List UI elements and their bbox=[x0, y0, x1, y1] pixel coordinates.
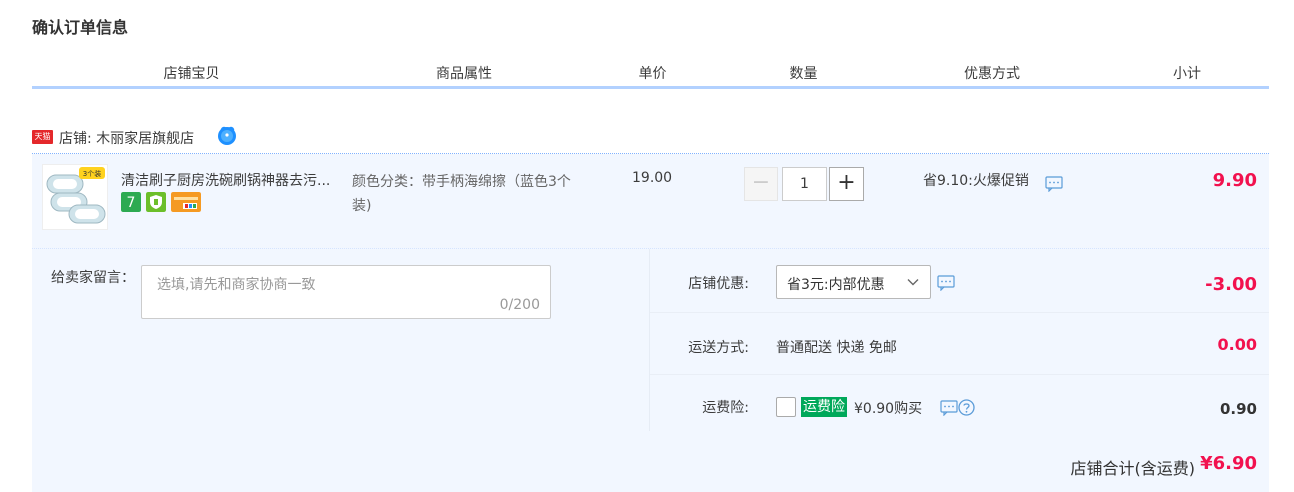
shop-coupon-select[interactable]: 省3元:内部优惠 bbox=[776, 265, 931, 299]
wangwang-chat-icon[interactable] bbox=[216, 124, 238, 146]
insurance-label: 运费险: bbox=[702, 400, 749, 416]
sponge-image: 3个装 bbox=[46, 167, 106, 224]
column-header: 店铺宝贝 商品属性 单价 数量 优惠方式 小计 bbox=[32, 62, 1269, 89]
column-header-promo: 优惠方式 bbox=[964, 66, 1020, 82]
quantity-input[interactable] bbox=[782, 167, 827, 201]
shop-row: 天猫 店铺: 木丽家居旗舰店 bbox=[32, 122, 1269, 154]
column-header-item: 店铺宝贝 bbox=[163, 66, 220, 82]
insurance-row: 运费险: 运费险 ¥0.90购买 0.90 bbox=[650, 375, 1269, 431]
seller-message-placeholder: 选填,请先和商家协商一致 bbox=[157, 277, 316, 293]
seller-message-area: 给卖家留言： 选填,请先和商家协商一致 0/200 bbox=[32, 249, 650, 431]
item-attribute: 颜色分类：带手柄海绵擦（蓝色3个装) bbox=[352, 174, 571, 214]
quantity-increase-button[interactable]: + bbox=[829, 167, 864, 201]
shop-coupon-amount: -3.00 bbox=[1205, 274, 1257, 295]
shop-coupon-label: 店铺优惠: bbox=[688, 276, 749, 292]
item-unit-price: 19.00 bbox=[632, 170, 673, 186]
shipping-row: 运送方式: 普通配送 快递 免邮 0.00 bbox=[650, 313, 1269, 375]
column-header-price: 单价 bbox=[638, 66, 667, 82]
shop-coupon-selected: 省3元:内部优惠 bbox=[787, 277, 885, 293]
order-options: 给卖家留言： 选填,请先和商家协商一致 0/200 店铺优惠: 省3元:内部优惠… bbox=[32, 249, 1269, 492]
item-subtotal: 9.90 bbox=[1212, 170, 1257, 191]
shipping-method: 普通配送 快递 免邮 bbox=[776, 340, 897, 356]
insurance-chat-icon[interactable] bbox=[940, 400, 958, 416]
shop-total-label: 店铺合计(含运费) bbox=[1070, 459, 1196, 478]
insurance-price: ¥0.90购买 bbox=[854, 401, 923, 417]
order-item-row: 3个装 清洁刷子厨房洗碗刷锅神器去污... 7 颜色分类：带手柄海绵擦（蓝色3个… bbox=[32, 154, 1269, 249]
svg-text:7: 7 bbox=[127, 195, 136, 211]
item-title-link[interactable]: 清洁刷子厨房洗碗刷锅神器去污... bbox=[121, 170, 345, 190]
item-promotion: 省9.10:火爆促销 bbox=[923, 173, 1029, 189]
tmall-logo: 天猫 bbox=[32, 130, 53, 144]
column-header-subtotal: 小计 bbox=[1173, 66, 1201, 82]
shop-total-amount: ¥6.90 bbox=[1200, 453, 1257, 474]
column-header-qty: 数量 bbox=[789, 66, 818, 82]
insurance-checkbox[interactable] bbox=[776, 397, 796, 417]
insurance-tag: 运费险 bbox=[801, 397, 847, 417]
help-question-icon[interactable] bbox=[958, 399, 975, 416]
quantity-decrease-button[interactable]: − bbox=[744, 167, 778, 201]
guarantee-icon bbox=[146, 192, 166, 212]
seller-message-input[interactable]: 选填,请先和商家协商一致 0/200 bbox=[141, 265, 551, 319]
credit-card-icon bbox=[171, 192, 201, 212]
page-title: 确认订单信息 bbox=[32, 18, 129, 37]
shop-total-row: 店铺合计(含运费) ¥6.90 bbox=[32, 431, 1269, 492]
chevron-down-icon bbox=[907, 279, 919, 286]
shop-coupon-row: 店铺优惠: 省3元:内部优惠 -3.00 bbox=[650, 249, 1269, 313]
item-thumbnail[interactable]: 3个装 bbox=[42, 164, 108, 230]
coupon-info-icon[interactable] bbox=[937, 275, 955, 291]
shop-name-link[interactable]: 店铺: 木丽家居旗舰店 bbox=[59, 128, 194, 148]
seven-day-return-icon: 7 bbox=[121, 192, 141, 212]
insurance-amount: 0.90 bbox=[1219, 400, 1257, 418]
shipping-label: 运送方式: bbox=[688, 340, 749, 356]
seller-message-label: 给卖家留言： bbox=[51, 270, 135, 286]
promotion-info-icon[interactable] bbox=[1045, 176, 1063, 192]
column-header-attr: 商品属性 bbox=[436, 66, 492, 82]
shipping-amount: 0.00 bbox=[1217, 335, 1257, 354]
seller-message-count: 0/200 bbox=[499, 297, 540, 313]
thumb-tag: 3个装 bbox=[83, 169, 101, 178]
